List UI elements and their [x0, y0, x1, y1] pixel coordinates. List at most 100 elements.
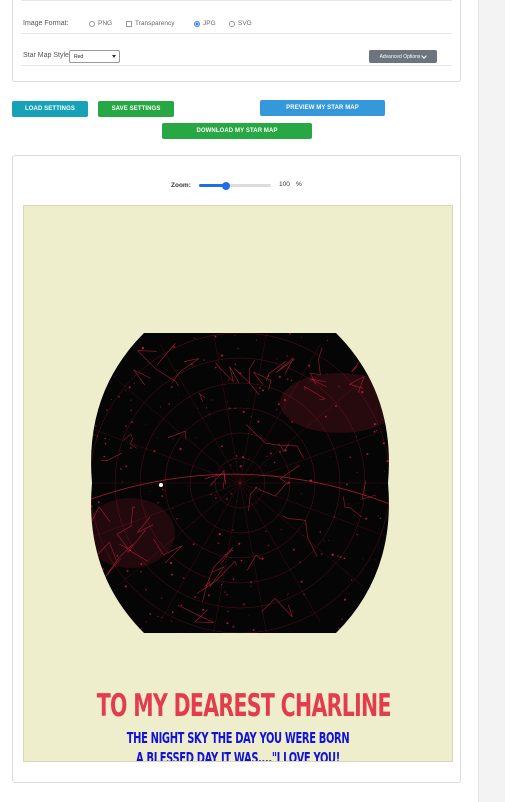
star-dot	[247, 459, 249, 460]
star-dot	[381, 385, 383, 387]
star-dot	[129, 446, 132, 450]
star-map-style-select[interactable]: Red	[69, 50, 120, 63]
star-dot	[339, 556, 342, 559]
star-dot	[140, 343, 141, 345]
star-dot	[248, 615, 249, 617]
star-dot	[337, 627, 340, 630]
chevron-down-icon	[421, 52, 428, 59]
format-png-option[interactable]: PNG	[89, 20, 112, 27]
star-dot	[170, 386, 173, 389]
star-dot	[307, 428, 308, 430]
star-dot	[241, 456, 245, 459]
radio-button[interactable]	[229, 20, 235, 27]
star-dot	[130, 399, 132, 401]
star-dot	[230, 464, 232, 466]
star-dot	[110, 381, 112, 382]
star-dot	[130, 409, 133, 412]
star-dot	[326, 339, 329, 342]
star-dot	[110, 399, 112, 400]
star-dot	[92, 434, 95, 437]
preview-star-map-button[interactable]: PREVIEW MY STAR MAP	[260, 100, 385, 116]
star-dot	[232, 625, 235, 628]
format-svg-option[interactable]: SVG	[229, 20, 252, 27]
radio-button[interactable]	[89, 20, 95, 27]
star-dot	[203, 359, 205, 361]
star-dot	[286, 378, 289, 381]
star-dot	[261, 557, 264, 560]
star-dot	[355, 616, 357, 619]
divider	[21, 33, 452, 34]
star-dot	[362, 558, 364, 560]
star-dot	[145, 423, 147, 425]
constellation-segment	[109, 336, 127, 360]
star-dot	[160, 597, 163, 599]
star-dot	[266, 455, 268, 457]
star-dot	[343, 557, 346, 560]
star-dot	[349, 456, 351, 458]
star-dot	[222, 497, 224, 499]
star-dot	[255, 339, 257, 341]
star-dot	[225, 497, 229, 501]
load-settings-button[interactable]: LOAD SETTINGS	[12, 101, 88, 117]
star-dot	[234, 363, 237, 365]
star-dot	[159, 406, 162, 408]
star-dot	[303, 593, 305, 596]
star-dot	[178, 394, 180, 395]
star-dot	[257, 420, 260, 423]
star-dot	[356, 471, 358, 474]
format-jpg-option[interactable]: JPG	[194, 20, 216, 27]
star-dot	[205, 407, 207, 409]
page-scrollbar-gutter	[478, 0, 505, 802]
star-dot	[377, 515, 380, 517]
select-value: Red	[74, 54, 84, 60]
star-dot	[165, 474, 167, 476]
download-star-map-button[interactable]: DOWNLOAD MY STAR MAP	[162, 123, 312, 139]
star-dot	[280, 529, 282, 530]
star-dot	[361, 572, 363, 574]
star-dot	[226, 593, 228, 596]
advanced-options-button[interactable]: Advanced Options	[369, 50, 437, 63]
star-dot	[357, 503, 359, 504]
star-dot	[288, 333, 291, 335]
star-dot	[323, 540, 325, 542]
zoom-slider-thumb[interactable]	[222, 181, 231, 190]
transparency-option[interactable]: Transparency	[126, 20, 175, 27]
star-dot	[309, 612, 311, 613]
star-dot	[170, 620, 173, 622]
star-dot	[367, 590, 370, 593]
checkbox[interactable]	[126, 20, 132, 27]
star-dot	[192, 543, 195, 545]
star-dot	[208, 413, 211, 416]
star-dot	[333, 516, 336, 519]
star-map-image	[90, 333, 390, 633]
star-dot	[258, 386, 261, 389]
star-dot	[353, 371, 355, 373]
star-dot	[275, 362, 277, 364]
star-dot	[382, 442, 385, 445]
star-dot	[273, 461, 276, 464]
constellation-segment	[372, 604, 382, 621]
radio-button-selected[interactable]	[194, 20, 200, 27]
star-dot	[365, 517, 368, 520]
zoom-label: Zoom:	[171, 182, 191, 189]
star-dot	[228, 407, 231, 410]
star-dot	[227, 401, 229, 403]
star-dot	[163, 559, 165, 560]
star-dot	[210, 399, 213, 401]
zoom-slider[interactable]	[199, 181, 271, 190]
star-dot	[103, 455, 106, 458]
star-dot	[277, 403, 280, 406]
star-dot	[353, 514, 355, 516]
zoom-unit: %	[296, 181, 302, 188]
star-dot	[275, 375, 277, 377]
star-dot	[380, 356, 383, 359]
star-dot	[177, 369, 179, 371]
star-dot	[161, 488, 164, 491]
star-dot	[292, 611, 294, 613]
star-dot	[177, 632, 179, 633]
moon-marker	[159, 483, 163, 487]
save-settings-button[interactable]: SAVE SETTINGS	[98, 101, 174, 117]
star-dot	[139, 333, 142, 335]
star-dot	[153, 450, 156, 453]
star-dot	[193, 521, 194, 523]
